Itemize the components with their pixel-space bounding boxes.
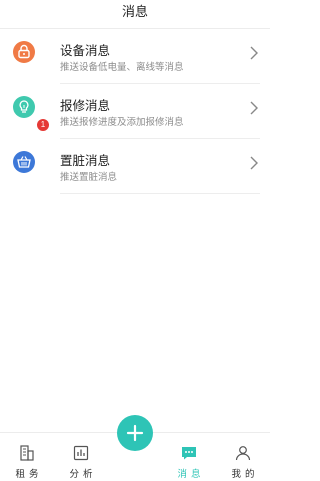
device-message-title: 设备消息 — [60, 43, 111, 58]
page-header: 消息 — [0, 0, 270, 29]
device-message-subtitle: 推送设备低电量、离线等消息 — [60, 62, 184, 73]
lightbulb-icon — [13, 96, 35, 118]
basket-icon — [13, 151, 35, 173]
tab-rental[interactable]: 租务 — [0, 433, 54, 481]
tab-messages-label: 消息 — [177, 469, 205, 480]
plus-icon — [126, 424, 144, 442]
message-icon — [182, 447, 196, 460]
device-message-item[interactable]: 设备消息 推送设备低电量、离线等消息 — [0, 29, 270, 84]
user-icon — [235, 446, 251, 461]
dirty-message-item[interactable]: 置脏消息 推送置脏消息 — [0, 139, 270, 194]
dirty-message-title: 置脏消息 — [60, 153, 111, 168]
dirty-message-subtitle: 推送置脏消息 — [60, 172, 118, 183]
building-icon — [20, 445, 34, 461]
chart-icon — [73, 445, 89, 461]
chevron-right-icon — [250, 46, 258, 60]
message-list: 设备消息 推送设备低电量、离线等消息 报修消息 推送报修进度及添加报修消息 置脏… — [0, 29, 270, 194]
tab-messages[interactable]: 消息 — [162, 433, 216, 481]
page-title: 消息 — [121, 5, 148, 20]
chevron-right-icon — [250, 101, 258, 115]
tab-mine-label: 我的 — [231, 469, 259, 480]
repair-message-title: 报修消息 — [60, 98, 111, 113]
chevron-right-icon — [250, 156, 258, 170]
device-lock-icon — [13, 41, 35, 63]
unread-badge: 1 — [37, 119, 49, 131]
divider — [60, 193, 260, 194]
tab-mine[interactable]: 我的 — [216, 433, 270, 481]
tab-analysis-label: 分析 — [69, 469, 97, 480]
repair-message-subtitle: 推送报修进度及添加报修消息 — [60, 117, 184, 128]
tab-analysis[interactable]: 分析 — [54, 433, 108, 481]
add-button[interactable] — [117, 415, 153, 451]
tab-rental-label: 租务 — [15, 469, 43, 480]
